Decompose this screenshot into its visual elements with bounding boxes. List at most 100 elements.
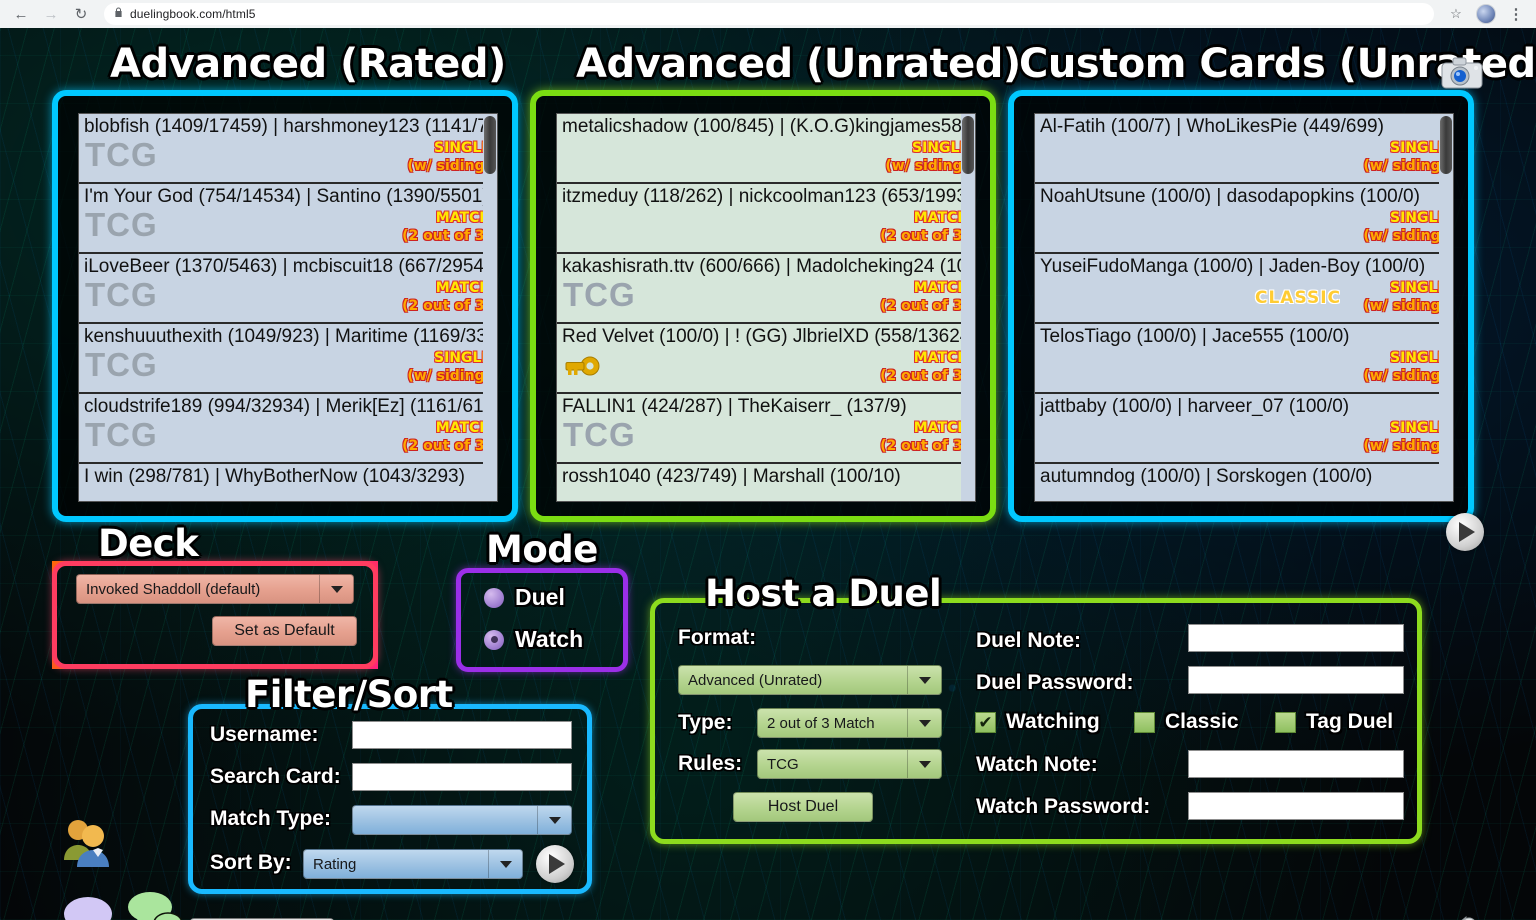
set-as-default-button[interactable]: Set as Default bbox=[212, 616, 357, 646]
duel-list-scrollbar-thumb[interactable] bbox=[484, 116, 496, 174]
duel-list-scrollbar[interactable] bbox=[483, 114, 497, 501]
duel-row[interactable]: YuseiFudoManga (100/0) | Jaden-Boy (100/… bbox=[1035, 254, 1453, 324]
sort-by-value: Rating bbox=[304, 856, 488, 873]
duel-type-badge-primary: SINGLE bbox=[1363, 140, 1447, 158]
buddy-list-icon[interactable] bbox=[60, 816, 118, 873]
classic-checkbox[interactable] bbox=[1134, 712, 1155, 733]
duel-row-rules: TCG bbox=[563, 278, 636, 311]
duel-list-advanced-rated: blobfish (1409/17459) | harshmoney123 (1… bbox=[52, 90, 518, 522]
duel-row[interactable]: rossh1040 (423/749) | Marshall (100/10) bbox=[557, 464, 975, 502]
tag-duel-checkbox[interactable] bbox=[1275, 712, 1296, 733]
host-a-duel-title: Host a Duel bbox=[705, 572, 941, 615]
duel-row-players: Red Velvet (100/0) | ! (GG) JlbrielXD (5… bbox=[562, 326, 975, 348]
private-chat-icon[interactable] bbox=[62, 894, 114, 920]
search-card-label: Search Card: bbox=[210, 765, 341, 789]
duel-list-body[interactable]: Al-Fatih (100/7) | WhoLikesPie (449/699)… bbox=[1034, 113, 1454, 502]
duel-row[interactable]: Red Velvet (100/0) | ! (GG) JlbrielXD (5… bbox=[557, 324, 975, 394]
deck-select[interactable]: Invoked Shaddoll (default) bbox=[76, 574, 354, 604]
duel-row[interactable]: NoahUtsune (100/0) | dasodapopkins (100/… bbox=[1035, 184, 1453, 254]
duel-type-badge: MATCH(2 out of 3) bbox=[402, 280, 491, 315]
duel-row-players: NoahUtsune (100/0) | dasodapopkins (100/… bbox=[1040, 186, 1420, 208]
duel-list-scrollbar[interactable] bbox=[961, 114, 975, 501]
format-select[interactable]: Advanced (Unrated) bbox=[678, 665, 942, 695]
watch-password-input[interactable] bbox=[1188, 792, 1404, 820]
duelingbook-lobby: Advanced (Rated) blobfish (1409/17459) |… bbox=[0, 28, 1536, 920]
duel-row-players: FALLIN1 (424/287) | TheKaiserr_ (137/9) bbox=[562, 396, 907, 418]
match-type-label: Match Type: bbox=[210, 807, 331, 831]
duel-type-badge-secondary: (2 out of 3) bbox=[880, 228, 969, 246]
chevron-down-icon[interactable] bbox=[907, 750, 941, 778]
duel-type-badge-secondary: (2 out of 3) bbox=[402, 438, 491, 456]
duel-row[interactable]: TelosTiago (100/0) | Jace555 (100/0)SING… bbox=[1035, 324, 1453, 394]
duel-list-scrollbar[interactable] bbox=[1439, 114, 1453, 501]
sort-by-label: Sort By: bbox=[210, 851, 292, 875]
rules-value: TCG bbox=[758, 756, 907, 773]
duel-type-badge-primary: SINGLE bbox=[407, 140, 491, 158]
duel-row[interactable]: kakashisrath.ttv (600/666) | Madolchekin… bbox=[557, 254, 975, 324]
screenshot-camera-icon[interactable] bbox=[1440, 56, 1484, 95]
duel-row-rules: TCG bbox=[563, 418, 636, 451]
mode-option-watch[interactable]: Watch bbox=[484, 626, 583, 653]
username-input[interactable] bbox=[352, 721, 572, 749]
duel-type-badge: SINGLE(w/ siding) bbox=[1363, 420, 1447, 455]
rules-select[interactable]: TCG bbox=[757, 749, 942, 779]
duel-row[interactable]: cloudstrife189 (994/32934) | Merik[Ez] (… bbox=[79, 394, 497, 464]
duel-list-scrollbar-thumb[interactable] bbox=[1440, 116, 1452, 174]
radio-duel-icon[interactable] bbox=[484, 588, 504, 608]
duel-row[interactable]: blobfish (1409/17459) | harshmoney123 (1… bbox=[79, 114, 497, 184]
duel-type-badge-primary: SINGLE bbox=[885, 140, 969, 158]
duel-row[interactable]: Al-Fatih (100/7) | WhoLikesPie (449/699)… bbox=[1035, 114, 1453, 184]
bookmark-star-icon[interactable]: ☆ bbox=[1444, 2, 1468, 26]
sort-by-select[interactable]: Rating bbox=[303, 849, 523, 879]
chevron-down-icon[interactable] bbox=[907, 709, 941, 737]
host-duel-button[interactable]: Host Duel bbox=[733, 792, 873, 822]
address-bar[interactable]: duelingbook.com/html5 bbox=[104, 3, 1434, 25]
next-page-arrow-icon[interactable] bbox=[1446, 513, 1484, 551]
reload-icon[interactable]: ↻ bbox=[68, 1, 94, 27]
watching-checkbox-row[interactable]: ✔ Watching bbox=[975, 710, 1100, 734]
speaker-volume-icon[interactable] bbox=[1442, 913, 1490, 920]
play-refresh-icon[interactable] bbox=[536, 845, 574, 883]
duel-row[interactable]: I'm Your God (754/14534) | Santino (1390… bbox=[79, 184, 497, 254]
duel-row[interactable]: metalicshadow (100/845) | (K.O.G)kingjam… bbox=[557, 114, 975, 184]
watch-note-input[interactable] bbox=[1188, 750, 1404, 778]
duel-row[interactable]: kenshuuuthexith (1049/923) | Maritime (1… bbox=[79, 324, 497, 394]
duel-type-badge-primary: SINGLE bbox=[1363, 280, 1447, 298]
duel-list-scrollbar-thumb[interactable] bbox=[962, 116, 974, 174]
duel-type-badge-secondary: (w/ siding) bbox=[1363, 368, 1447, 386]
match-type-select[interactable] bbox=[352, 805, 572, 835]
radio-watch-icon[interactable] bbox=[484, 630, 504, 650]
type-select[interactable]: 2 out of 3 Match bbox=[757, 708, 942, 738]
duel-type-badge-secondary: (w/ siding) bbox=[1363, 298, 1447, 316]
duel-row[interactable]: I win (298/781) | WhyBotherNow (1043/329… bbox=[79, 464, 497, 502]
search-card-input[interactable] bbox=[352, 763, 572, 791]
chevron-down-icon[interactable] bbox=[907, 666, 941, 694]
watching-checkbox[interactable]: ✔ bbox=[975, 712, 996, 733]
chevron-down-icon[interactable] bbox=[537, 806, 571, 834]
duel-row-rules: TCG bbox=[85, 138, 158, 171]
mode-option-duel[interactable]: Duel bbox=[484, 584, 565, 611]
three-dot-menu-icon[interactable]: ⋮ bbox=[1504, 2, 1528, 26]
duel-list-body[interactable]: metalicshadow (100/845) | (K.O.G)kingjam… bbox=[556, 113, 976, 502]
chevron-down-icon[interactable] bbox=[488, 850, 522, 878]
duel-note-label: Duel Note: bbox=[976, 629, 1081, 653]
chevron-down-icon[interactable] bbox=[319, 575, 353, 603]
tag-duel-checkbox-row[interactable]: Tag Duel bbox=[1275, 710, 1393, 734]
duel-row[interactable]: autumndog (100/0) | Sorskogen (100/0) bbox=[1035, 464, 1453, 502]
duel-row-players: autumndog (100/0) | Sorskogen (100/0) bbox=[1040, 466, 1372, 488]
duel-row[interactable]: jattbaby (100/0) | harveer_07 (100/0)SIN… bbox=[1035, 394, 1453, 464]
duel-list-body[interactable]: blobfish (1409/17459) | harshmoney123 (1… bbox=[78, 113, 498, 502]
profile-avatar-icon[interactable] bbox=[1476, 4, 1496, 24]
public-chat-icon[interactable] bbox=[124, 890, 184, 920]
duel-type-badge-secondary: (2 out of 3) bbox=[880, 368, 969, 386]
duel-password-input[interactable] bbox=[1188, 666, 1404, 694]
duel-row[interactable]: FALLIN1 (424/287) | TheKaiserr_ (137/9)T… bbox=[557, 394, 975, 464]
duel-type-badge-secondary: (w/ siding) bbox=[407, 368, 491, 386]
duel-row[interactable]: iLoveBeer (1370/5463) | mcbiscuit18 (667… bbox=[79, 254, 497, 324]
duel-note-input[interactable] bbox=[1188, 624, 1404, 652]
duel-type-badge: MATCH(2 out of 3) bbox=[880, 350, 969, 385]
duel-type-badge-secondary: (w/ siding) bbox=[407, 158, 491, 176]
classic-checkbox-row[interactable]: Classic bbox=[1134, 710, 1239, 734]
duel-row[interactable]: itzmeduy (118/262) | nickcoolman123 (653… bbox=[557, 184, 975, 254]
back-icon[interactable]: ← bbox=[8, 1, 34, 27]
